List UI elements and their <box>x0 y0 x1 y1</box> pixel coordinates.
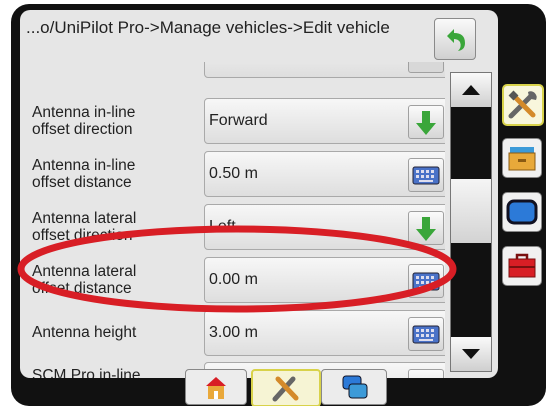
side-tab-display[interactable] <box>502 192 542 232</box>
side-tab-toolbox[interactable] <box>502 246 542 286</box>
tools-icon <box>272 376 299 402</box>
side-tab-storage[interactable] <box>502 138 542 178</box>
highlight-ellipse <box>17 225 457 313</box>
bottom-tab-windows[interactable] <box>321 369 387 405</box>
storage-icon <box>508 147 536 171</box>
bottom-tab-tools[interactable] <box>251 369 321 406</box>
tools-icon <box>508 90 537 119</box>
display-icon <box>506 199 538 225</box>
side-tab-tools[interactable] <box>502 84 544 126</box>
bottom-tab-home[interactable] <box>185 369 247 405</box>
home-icon <box>206 377 226 399</box>
device-frame: ...o/UniPilot Pro->Manage vehicles->Edit… <box>11 4 546 406</box>
windows-icon <box>342 375 368 399</box>
toolbox-icon <box>508 253 536 278</box>
